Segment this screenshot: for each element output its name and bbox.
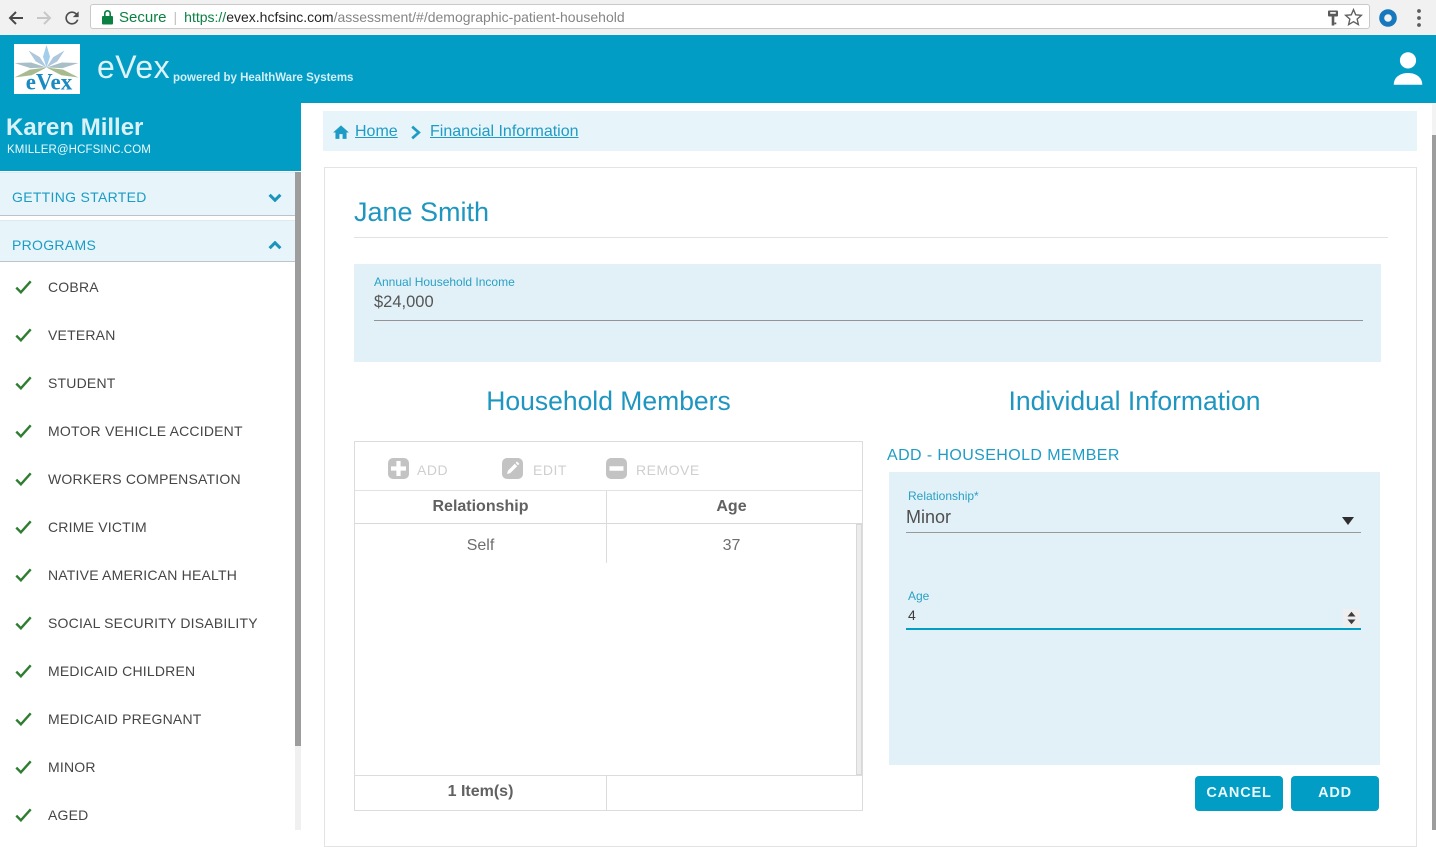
svg-text:eVex: eVex xyxy=(26,69,73,94)
